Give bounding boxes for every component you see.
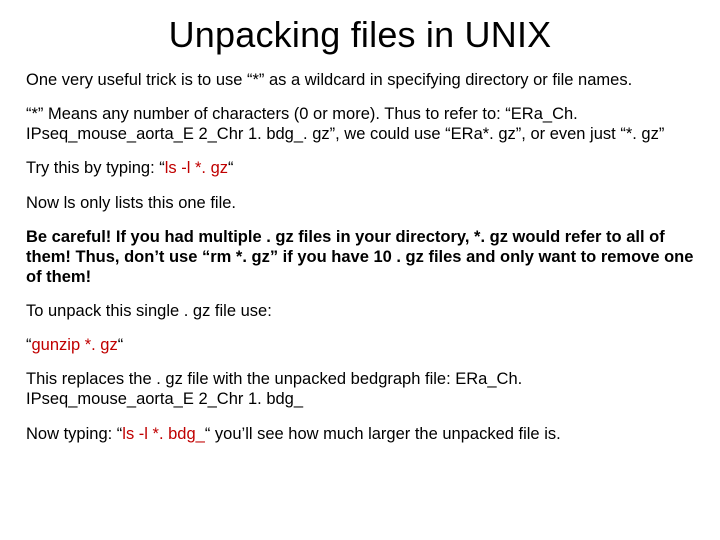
text-fragment: Try this by typing: “	[26, 159, 165, 177]
text-fragment: “ you’ll see how much larger the unpacke…	[205, 425, 561, 443]
para-wildcard-intro: One very useful trick is to use “*” as a…	[26, 70, 694, 90]
para-replace-result: This replaces the . gz file with the unp…	[26, 369, 694, 409]
para-gunzip: “gunzip *. gz“	[26, 335, 694, 355]
slide: Unpacking files in UNIX One very useful …	[0, 0, 720, 540]
command-ls-bdg: ls -l *. bdg_	[122, 425, 205, 443]
text-fragment: Now typing: “	[26, 425, 122, 443]
command-ls-gz: ls -l *. gz	[165, 159, 228, 177]
para-warning: Be careful! If you had multiple . gz fil…	[26, 227, 694, 287]
para-ls-result: Now ls only lists this one file.	[26, 193, 694, 213]
text-fragment: “	[118, 336, 124, 354]
para-try-ls: Try this by typing: “ls -l *. gz“	[26, 158, 694, 178]
para-unpack-instruction: To unpack this single . gz file use:	[26, 301, 694, 321]
para-now-typing: Now typing: “ls -l *. bdg_“ you’ll see h…	[26, 424, 694, 444]
slide-title: Unpacking files in UNIX	[26, 14, 694, 56]
text-fragment: “	[228, 159, 234, 177]
para-wildcard-meaning: “*” Means any number of characters (0 or…	[26, 104, 694, 144]
command-gunzip: gunzip *. gz	[32, 336, 118, 354]
